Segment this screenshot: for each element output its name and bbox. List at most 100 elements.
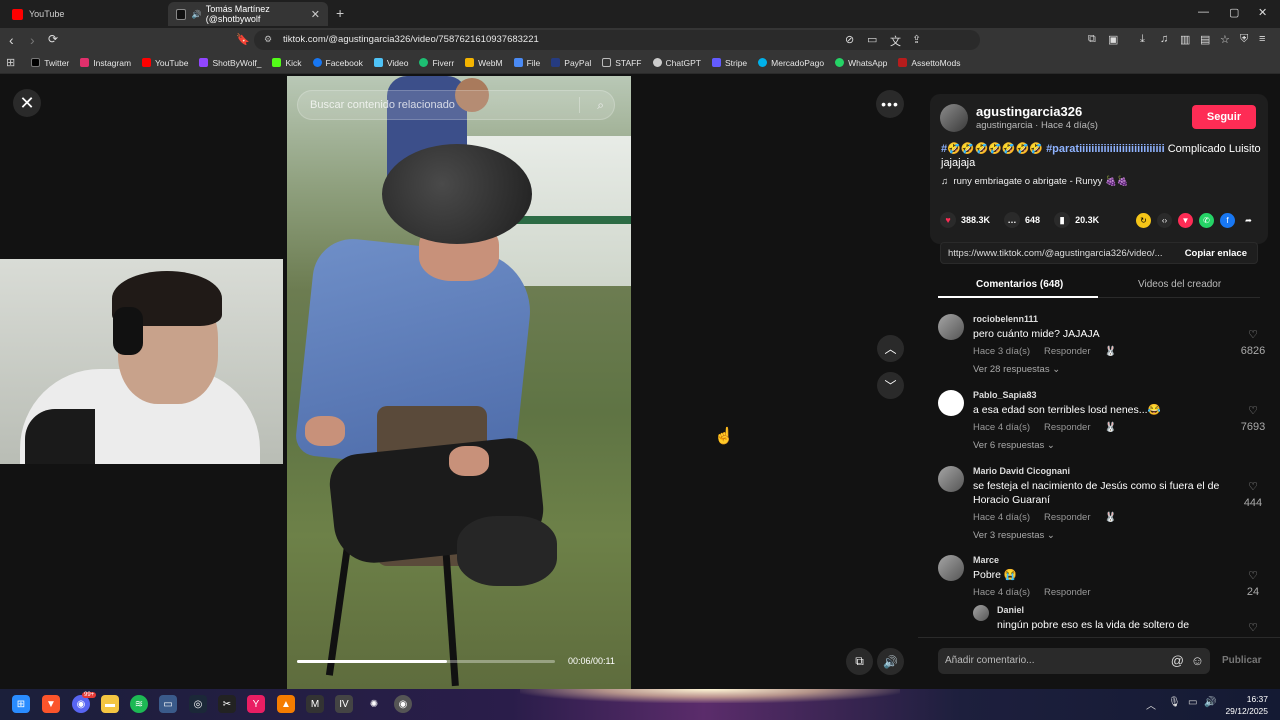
bookmark-staff[interactable]: STAFF (602, 58, 642, 68)
whatsapp-icon[interactable]: ✆ (1199, 213, 1214, 228)
bookmark-mercadopago[interactable]: MercadoPago (758, 58, 824, 68)
comment-like-button[interactable]: ♡ 444 (1238, 480, 1268, 509)
forward-button[interactable]: › (30, 32, 35, 48)
tab-creator-videos[interactable]: Videos del creador (1138, 279, 1221, 290)
view-replies-button[interactable]: Ver 6 respuestas ⌄ (973, 440, 1055, 451)
reply-button[interactable]: Responder (1044, 422, 1090, 433)
commenter-username[interactable]: rociobelenn111 (973, 314, 1038, 324)
bookmark-webm[interactable]: WebM (465, 58, 503, 68)
bookmark-fiverr[interactable]: Fiverr (419, 58, 454, 68)
apps-grid-icon[interactable]: ⊞ (6, 56, 15, 69)
vpn-icon[interactable]: ⛨ (1240, 33, 1248, 46)
commenter-avatar[interactable] (938, 555, 964, 581)
commenter-avatar[interactable] (973, 605, 989, 621)
spotify-icon[interactable]: ≋ (130, 695, 148, 713)
next-video-button[interactable]: ﹀ (877, 372, 904, 399)
share-arrow-icon[interactable]: ➦ (1241, 213, 1256, 228)
monitor-app-icon[interactable]: ▭ (159, 695, 177, 713)
comment-like-button[interactable]: ♡ (1238, 621, 1268, 635)
network-icon[interactable]: ▭ (1188, 697, 1197, 708)
y-app-icon[interactable]: Y (247, 695, 265, 713)
creator-avatar[interactable] (940, 104, 968, 132)
like-button[interactable]: ♥ 388.3K (940, 212, 990, 228)
chatgpt-icon[interactable]: ✺ (365, 695, 383, 713)
copy-link-button[interactable]: Copiar enlace (1185, 248, 1247, 259)
windows-start-icon[interactable]: ⊞ (12, 695, 30, 713)
bookmark-youtube[interactable]: YouTube (142, 58, 188, 68)
no-video-icon[interactable]: ⊘ (845, 33, 854, 46)
microphone-icon[interactable]: 🎙 (1168, 697, 1181, 708)
repost-icon[interactable]: ↻ (1136, 213, 1151, 228)
tab-tiktok[interactable]: 🔊 Tomás Martínez (@shotbywolf ✕ (168, 2, 328, 26)
tab-youtube[interactable]: YouTube (4, 2, 164, 26)
bookmark-facebook[interactable]: Facebook (312, 58, 363, 68)
comment-input[interactable]: Añadir comentario... @ ☺ (938, 648, 1210, 674)
hashtag[interactable]: #paratiiiiiiiiiiiiiiiiiiiiiiiiiiii (1046, 143, 1165, 155)
emoji-icon[interactable]: ☺ (1191, 653, 1204, 668)
reload-button[interactable]: ⟳ (48, 32, 58, 46)
cast-icon[interactable]: ▭ (867, 33, 877, 46)
tab-close-icon[interactable]: ✕ (311, 8, 320, 21)
close-window-button[interactable]: ✕ (1258, 6, 1267, 19)
reply-button[interactable]: Responder (1044, 587, 1090, 598)
bookmark-twitter[interactable]: Twitter (31, 58, 69, 68)
sidebar-icon[interactable]: ▥ (1180, 33, 1190, 46)
reply-button[interactable]: Responder (1044, 512, 1090, 523)
capcut-icon[interactable]: ✂ (218, 695, 236, 713)
facebook-icon[interactable]: f (1220, 213, 1235, 228)
media-icon[interactable]: ♫ (1160, 33, 1168, 45)
view-replies-button[interactable]: Ver 3 respuestas ⌄ (973, 530, 1055, 541)
minimize-button[interactable]: — (1198, 6, 1209, 18)
vlc-icon[interactable]: ▲ (277, 695, 295, 713)
obs-icon[interactable]: ◉ (394, 695, 412, 713)
wallet-icon[interactable]: ▤ (1200, 33, 1210, 46)
leo-icon[interactable]: ☆ (1220, 33, 1230, 46)
previous-video-button[interactable]: ︿ (877, 335, 904, 362)
video-player[interactable]: Buscar contenido relacionado ⌕ 00:06/00:… (287, 76, 631, 689)
close-video-button[interactable]: ✕ (13, 89, 41, 117)
search-icon[interactable]: ⌕ (597, 98, 604, 113)
follow-button[interactable]: Seguir (1192, 105, 1256, 129)
maximize-button[interactable]: ▢ (1229, 6, 1239, 19)
mention-icon[interactable]: @ (1171, 653, 1184, 668)
publish-button[interactable]: Publicar (1222, 655, 1261, 666)
bookmark-shotbywolf[interactable]: ShotByWolf_ (199, 58, 261, 68)
iv-app-icon[interactable]: IV (335, 695, 353, 713)
bookmark-stripe[interactable]: Stripe (711, 58, 747, 68)
embed-icon[interactable]: ‹› (1157, 213, 1172, 228)
pip-button[interactable]: ⧉ (846, 648, 873, 675)
bookmark-file[interactable]: File (513, 58, 540, 68)
system-clock[interactable]: 16:37 29/12/2025 (1224, 693, 1268, 717)
tray-chevron-icon[interactable]: ︿ (1146, 697, 1156, 712)
menu-icon[interactable]: ≡ (1259, 33, 1265, 45)
commenter-username[interactable]: Marce (973, 555, 999, 565)
back-button[interactable]: ‹ (9, 32, 14, 48)
bookmark-kick[interactable]: Kick (272, 58, 302, 68)
gmail-icon[interactable]: M (306, 695, 324, 713)
bookmark-paypal[interactable]: PayPal (551, 58, 591, 68)
extensions-icon[interactable]: ⧉ (1088, 33, 1096, 46)
commenter-avatar[interactable] (938, 390, 964, 416)
comment-like-button[interactable]: ♡ 24 (1238, 569, 1268, 598)
video-link-field[interactable]: https://www.tiktok.com/@agustingarcia326… (940, 242, 1258, 264)
bookmark-assettomods[interactable]: AssettoMods (898, 58, 960, 68)
music-track[interactable]: ♫ runy embriagate o abrigate - Runyy 🍇🍇 (941, 176, 1129, 187)
comment-like-button[interactable]: ♡ 7693 (1238, 404, 1268, 433)
tab-comments[interactable]: Comentarios (648) (976, 279, 1063, 290)
brave-icon[interactable]: ▼ (42, 695, 60, 713)
comment-button[interactable]: … 648 (1004, 212, 1040, 228)
download-icon[interactable]: ⤓ (1140, 33, 1145, 46)
bookmark-icon[interactable]: 🔖 (236, 33, 250, 46)
commenter-username[interactable]: Pablo_Sapia83 (973, 390, 1037, 400)
view-replies-button[interactable]: Ver 28 respuestas ⌄ (973, 364, 1060, 375)
volume-icon[interactable]: 🔊 (1204, 697, 1216, 708)
bookmark-video[interactable]: Video (373, 58, 408, 68)
save-button[interactable]: ▮ 20.3K (1054, 212, 1099, 228)
bookmark-chatgpt[interactable]: ChatGPT (652, 58, 701, 68)
send-icon[interactable]: ▼ (1178, 213, 1193, 228)
video-progress-bar[interactable] (297, 660, 555, 663)
translate-icon[interactable]: 文 (890, 33, 901, 49)
commenter-avatar[interactable] (938, 466, 964, 492)
new-tab-button[interactable]: + (336, 5, 344, 21)
hashtag[interactable]: #🤣🤣🤣🤣🤣🤣🤣 (941, 143, 1043, 155)
